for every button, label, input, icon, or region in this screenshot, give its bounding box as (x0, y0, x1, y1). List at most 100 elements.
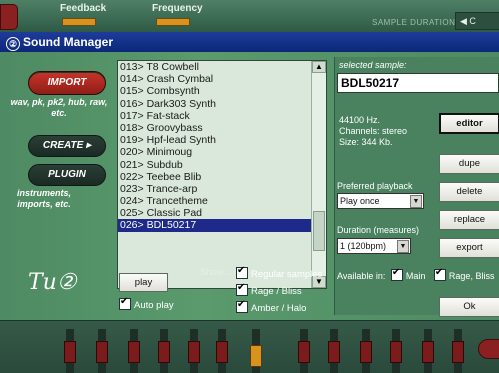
mixer-fader[interactable] (128, 329, 140, 373)
auto-play-check-icon[interactable] (119, 296, 131, 310)
available-in-row: Available in: Main Rage, Bliss (337, 267, 495, 281)
preferred-playback-value: Play once (340, 196, 380, 206)
sample-list-item[interactable]: 023> Trance-arp (118, 183, 326, 195)
mixer-fader[interactable] (250, 329, 262, 373)
background-corner-button[interactable]: ◀ C (455, 12, 499, 30)
fader-knob[interactable] (452, 341, 464, 363)
feedback-led (62, 18, 96, 26)
scroll-up-arrow-icon[interactable]: ▲ (312, 61, 326, 73)
show-regular-label: Regular samples (251, 269, 323, 280)
duration-value: 1 (120bpm) (340, 241, 387, 251)
background-toolbar: Feedback Frequency SAMPLE DURATION ◀ C (0, 0, 499, 33)
sound-manager-dialog: IMPORT wav, pk, pk2, hub, raw, etc. CREA… (0, 52, 499, 320)
preferred-playback-select[interactable]: Play once ▼ (337, 193, 424, 209)
dropdown-arrow-icon[interactable]: ▼ (397, 240, 409, 253)
available-rage-checkbox[interactable] (433, 267, 446, 281)
sample-list-item[interactable]: 017> Fat-stack (118, 110, 326, 122)
fader-knob[interactable] (158, 341, 170, 363)
show-rage-bliss-label: Rage / Bliss (251, 286, 302, 297)
available-rage-label: Rage, Bliss (448, 271, 495, 281)
duration-select[interactable]: 1 (120bpm) ▼ (337, 238, 411, 254)
dropdown-arrow-icon[interactable]: ▼ (410, 195, 422, 208)
sample-list-item-selected[interactable]: 026> BDL50217 (118, 219, 326, 232)
sample-size: Size: 344 Kb. (339, 137, 393, 147)
mixer-fader[interactable] (216, 329, 228, 373)
checkbox-check-icon[interactable] (236, 265, 248, 279)
sample-details-panel: selected sample: BDL50217 44100 Hz. Chan… (334, 57, 499, 317)
dupe-button[interactable]: dupe (439, 154, 499, 174)
background-red-button[interactable] (478, 339, 499, 359)
mixer-fader[interactable] (452, 329, 464, 373)
sample-list-item[interactable]: 016> Dark303 Synth (118, 98, 326, 110)
import-formats-note: wav, pk, pk2, hub, raw, etc. (10, 97, 108, 118)
list-scrollbar[interactable]: ▲ ▼ (311, 61, 326, 288)
frequency-label: Frequency (152, 3, 203, 14)
fader-knob[interactable] (328, 341, 340, 363)
fader-knob[interactable] (188, 341, 200, 363)
play-button[interactable]: play (119, 273, 168, 292)
scroll-thumb[interactable] (313, 211, 325, 251)
editor-button[interactable]: editor (439, 113, 499, 134)
mixer-fader[interactable] (64, 329, 76, 373)
fader-knob[interactable] (216, 341, 228, 363)
checkbox-check-icon[interactable] (236, 299, 248, 313)
mixer-fader[interactable] (298, 329, 310, 373)
sample-info: 44100 Hz. Channels: stereo Size: 344 Kb. (339, 115, 407, 148)
sample-rate: 44100 Hz. (339, 115, 381, 125)
auto-play-label: Auto play (134, 300, 174, 311)
show-rage-bliss-checkbox[interactable]: Rage / Bliss (236, 282, 302, 297)
show-label: Show... (200, 267, 232, 278)
fader-knob[interactable] (64, 341, 76, 363)
show-amber-halo-checkbox[interactable]: Amber / Halo (236, 299, 307, 314)
duration-label: Duration (measures) (337, 225, 420, 235)
mixer-fader[interactable] (390, 329, 402, 373)
selected-sample-label: selected sample: (339, 60, 407, 70)
available-main-label: Main (405, 271, 426, 281)
sample-list-item[interactable]: 024> Trancetheme (118, 195, 326, 207)
app-icon: ② (6, 37, 20, 51)
checkbox-check-icon[interactable] (236, 282, 248, 296)
background-red-button[interactable] (0, 4, 18, 30)
show-amber-halo-label: Amber / Halo (251, 303, 307, 314)
fader-knob[interactable] (360, 341, 372, 363)
available-in-label: Available in: (337, 271, 386, 281)
mixer-fader[interactable] (158, 329, 170, 373)
fader-knob[interactable] (128, 341, 140, 363)
fader-knob[interactable] (422, 341, 434, 363)
preferred-playback-label: Preferred playback (337, 181, 413, 191)
mixer-fader[interactable] (328, 329, 340, 373)
sample-list-item[interactable]: 025> Classic Pad (118, 207, 326, 219)
sample-list-item[interactable]: 022> Teebee Blib (118, 171, 326, 183)
sample-list-item[interactable]: 019> Hpf-lead Synth (118, 134, 326, 146)
sample-channels: Channels: stereo (339, 126, 408, 136)
replace-button[interactable]: replace (439, 210, 499, 230)
sample-list-item[interactable]: 015> Combsynth (118, 85, 326, 97)
mixer-fader[interactable] (422, 329, 434, 373)
plugin-note: instruments, imports, etc. (16, 188, 71, 209)
ok-button[interactable]: Ok (439, 297, 499, 317)
delete-button[interactable]: delete (439, 182, 499, 202)
create-button[interactable]: CREATE ▸ (28, 135, 106, 157)
sample-list-item[interactable]: 020> Minimoug (118, 146, 326, 158)
fader-knob[interactable] (96, 341, 108, 363)
sample-list-item[interactable]: 021> Subdub (118, 159, 326, 171)
plugin-button[interactable]: PLUGIN (28, 164, 106, 186)
auto-play-checkbox[interactable]: Auto play (119, 296, 174, 311)
sample-list-item[interactable]: 013> T8 Cowbell (118, 61, 326, 73)
fader-knob[interactable] (298, 341, 310, 363)
available-main-checkbox[interactable] (390, 267, 403, 281)
import-button[interactable]: IMPORT (28, 71, 106, 95)
mixer-fader[interactable] (360, 329, 372, 373)
background-mixer (0, 320, 499, 373)
mixer-fader[interactable] (96, 329, 108, 373)
sample-duration-label: SAMPLE DURATION (372, 18, 456, 27)
export-button[interactable]: export (439, 238, 499, 258)
fader-knob[interactable] (390, 341, 402, 363)
sample-list-item[interactable]: 018> Groovybass (118, 122, 326, 134)
mixer-fader[interactable] (188, 329, 200, 373)
window-title: Sound Manager (23, 35, 114, 49)
sample-list-item[interactable]: 014> Crash Cymbal (118, 73, 326, 85)
sample-list[interactable]: 013> T8 Cowbell 014> Crash Cymbal 015> Com… (117, 60, 327, 289)
fader-knob-active[interactable] (250, 345, 262, 367)
show-regular-checkbox[interactable]: Regular samples (236, 265, 323, 280)
